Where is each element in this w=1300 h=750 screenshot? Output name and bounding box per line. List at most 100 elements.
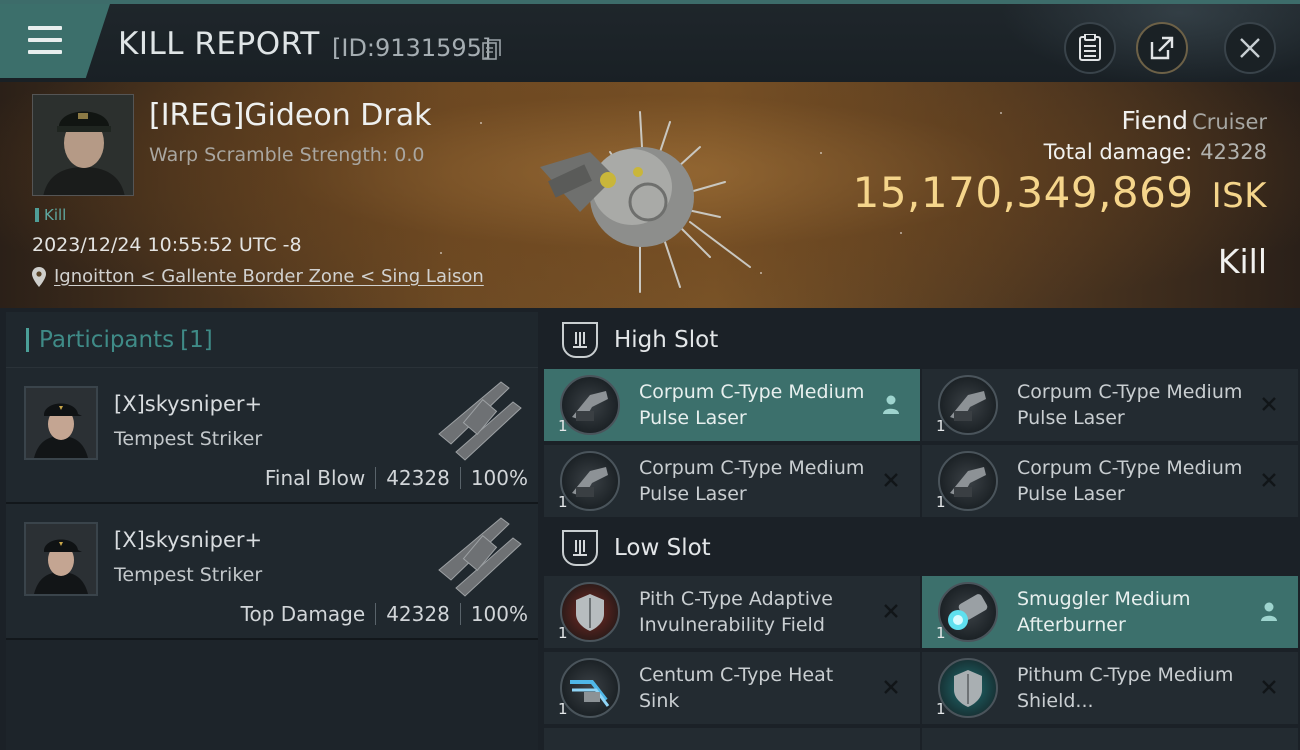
top-bar: KILL REPORT [ID:9131595] — [0, 0, 1300, 86]
participant-avatar[interactable] — [24, 386, 98, 460]
module-name: Corpum C-Type Medium Pulse Laser — [1017, 457, 1243, 505]
victim-ship[interactable]: Fiend Cruiser — [1121, 106, 1267, 135]
participant-percent: 100% — [470, 466, 528, 490]
module-slot-partial[interactable] — [922, 728, 1298, 750]
module-slot[interactable]: 1 Pith C-Type Adaptive Invulnerability F… — [544, 576, 920, 648]
x-icon — [880, 676, 902, 698]
close-button[interactable] — [1224, 22, 1276, 74]
kill-location[interactable]: Ignoitton < Gallente Border Zone < Sing … — [32, 266, 484, 287]
module-slot[interactable]: 1 Corpum C-Type Medium Pulse Laser — [544, 445, 920, 517]
low-slot-title: Low Slot — [614, 535, 711, 561]
kill-tag-marker — [35, 208, 39, 222]
high-slot-header: High Slot — [544, 312, 1300, 368]
module-slot[interactable]: 1 Pithum C-Type Medium Shield... — [922, 652, 1298, 724]
participant-damage: 42328 — [386, 602, 450, 626]
hamburger-icon — [28, 26, 62, 54]
participant-row[interactable]: [X]skysniper+ Tempest Striker Final Blow… — [6, 368, 538, 504]
participant-ship: Tempest Striker — [114, 428, 263, 450]
module-slot[interactable]: 1 Corpum C-Type Medium Pulse Laser — [922, 445, 1298, 517]
participant-percent: 100% — [470, 602, 528, 626]
participant-damage: 42328 — [386, 466, 450, 490]
location-link[interactable]: Ignoitton < Gallente Border Zone < Sing … — [54, 266, 484, 287]
shield-icon — [938, 658, 998, 718]
clipboard-icon — [1079, 34, 1101, 61]
module-quantity: 1 — [936, 417, 946, 435]
low-slot-header: Low Slot — [544, 520, 1300, 576]
participants-header[interactable]: Participants [1] — [6, 312, 538, 368]
report-button[interactable] — [1064, 22, 1116, 74]
participant-ship-image — [438, 517, 522, 597]
warp-scramble-strength: Warp Scramble Strength: 0.0 — [149, 144, 425, 166]
victim-ship-image — [540, 111, 751, 293]
kill-datetime: 2023/12/24 10:55:52 UTC -8 — [32, 234, 302, 256]
total-damage-label: Total damage: — [1043, 140, 1193, 164]
module-quantity: 1 — [558, 624, 568, 642]
shield-icon — [560, 582, 620, 642]
ship-class: Cruiser — [1192, 110, 1267, 134]
participants-title: Participants — [39, 326, 175, 353]
module-name: Centum C-Type Heat Sink — [639, 664, 834, 712]
module-slot[interactable]: 1 Corpum C-Type Medium Pulse Laser — [922, 369, 1298, 441]
isk-amount: 15,170,349,869 — [852, 168, 1194, 217]
participant-avatar[interactable] — [24, 522, 98, 596]
module-name: Pith C-Type Adaptive Invulnerability Fie… — [639, 588, 833, 636]
location-pin-icon — [32, 266, 46, 287]
pulse-laser-icon — [560, 451, 620, 511]
module-slot[interactable]: 1 Corpum C-Type Medium Pulse Laser — [544, 369, 920, 441]
module-slot[interactable]: 1 Centum C-Type Heat Sink — [544, 652, 920, 724]
isk-value: 15,170,349,869 ISK — [853, 168, 1267, 217]
participant-stats: Final Blow 42328 100% — [265, 466, 528, 490]
person-icon — [1258, 600, 1280, 622]
participants-panel: Participants [1] [X]skysniper+ Tempest S… — [6, 312, 538, 750]
share-button[interactable] — [1136, 22, 1188, 74]
participant-stats: Top Damage 42328 100% — [241, 602, 528, 626]
module-name: Smuggler Medium Afterburner — [1017, 588, 1191, 636]
module-name: Pithum C-Type Medium Shield... — [1017, 664, 1234, 712]
stats-divider — [459, 603, 461, 625]
pulse-laser-icon — [560, 375, 620, 435]
module-slot-partial[interactable] — [544, 728, 920, 750]
module-slot[interactable]: 1 Smuggler Medium Afterburner — [922, 576, 1298, 648]
kill-tag-label: Kill — [44, 206, 67, 224]
share-icon — [1150, 36, 1174, 60]
x-icon — [1258, 469, 1280, 491]
high-slot-title: High Slot — [614, 327, 719, 353]
result-label: Kill — [1217, 242, 1267, 281]
participant-ship-image — [438, 381, 522, 461]
module-name: Corpum C-Type Medium Pulse Laser — [639, 381, 865, 429]
victim-name[interactable]: [IREG]Gideon Drak — [149, 98, 431, 133]
total-damage: Total damage: 42328 — [1044, 140, 1267, 164]
participant-ship: Tempest Striker — [114, 564, 263, 586]
page-title: KILL REPORT — [118, 26, 320, 62]
person-icon — [880, 393, 902, 415]
module-quantity: 1 — [558, 493, 568, 511]
x-icon — [1258, 393, 1280, 415]
heat-sink-icon — [560, 658, 620, 718]
participant-row[interactable]: [X]skysniper+ Tempest Striker Top Damage… — [6, 504, 538, 640]
victim-portrait[interactable] — [32, 94, 134, 196]
pulse-laser-icon — [938, 375, 998, 435]
copy-icon[interactable] — [482, 39, 502, 61]
fitting-panel: High Slot 1 Corpum C-Type Medium Pulse L… — [544, 312, 1300, 750]
module-quantity: 1 — [936, 700, 946, 718]
victim-banner: [IREG]Gideon Drak Warp Scramble Strength… — [0, 82, 1300, 308]
module-quantity: 1 — [936, 493, 946, 511]
x-icon — [880, 469, 902, 491]
module-name: Corpum C-Type Medium Pulse Laser — [639, 457, 865, 505]
module-quantity: 1 — [558, 700, 568, 718]
pulse-laser-icon — [938, 451, 998, 511]
module-quantity: 1 — [558, 417, 568, 435]
participants-header-marker — [26, 327, 29, 352]
slot-icon — [562, 322, 598, 358]
participant-name[interactable]: [X]skysniper+ — [114, 392, 262, 416]
participants-count: [1] — [180, 326, 213, 353]
participant-name[interactable]: [X]skysniper+ — [114, 528, 262, 552]
report-id: [ID:9131595] — [332, 34, 492, 62]
total-damage-value: 42328 — [1200, 140, 1267, 164]
module-name: Corpum C-Type Medium Pulse Laser — [1017, 381, 1243, 429]
menu-button[interactable] — [0, 4, 110, 78]
close-icon — [1240, 38, 1260, 58]
slot-icon — [562, 530, 598, 566]
stats-divider — [375, 603, 377, 625]
afterburner-icon — [938, 582, 998, 642]
